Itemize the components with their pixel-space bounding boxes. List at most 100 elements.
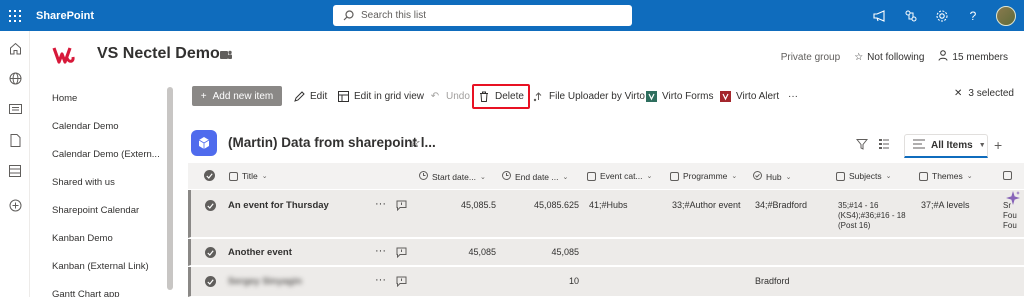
help-icon[interactable]: ? (965, 8, 981, 24)
command-bar: + Add new item Edit Edit in grid view ↶ … (176, 84, 1024, 110)
comment-icon[interactable] (396, 247, 407, 260)
search-box[interactable]: Search this list (333, 5, 632, 26)
edit-in-grid-view-label: Edit in grid view (354, 91, 425, 102)
site-logo[interactable] (52, 44, 76, 68)
row-title[interactable]: Sergey Sinyagin (228, 276, 302, 287)
search-input[interactable]: Search this list (361, 10, 426, 21)
add-view-button[interactable]: + (994, 137, 1002, 153)
nav-item-sharepoint-calendar[interactable]: Sharepoint Calendar (52, 205, 139, 216)
news-icon[interactable] (7, 101, 23, 117)
follow-button[interactable]: ☆ Not following (854, 52, 924, 63)
undo-button[interactable]: ↶ Undo (429, 88, 470, 105)
row-themes: 37;#A levels (921, 200, 970, 210)
selection-status[interactable]: ✕ 3 selected (954, 88, 1014, 99)
edit-button[interactable]: Edit (293, 88, 327, 105)
add-new-item-button[interactable]: + Add new item (192, 86, 282, 106)
grid-icon (337, 91, 349, 103)
edit-in-grid-view-button[interactable]: Edit in grid view (337, 88, 424, 105)
table-row[interactable]: An event for Thursday ··· 45,085.5 45,08… (188, 190, 1024, 238)
suite-bar: SharePoint Search this list ? (0, 0, 1024, 31)
nav-item-gantt-chart[interactable]: Gantt Chart app (52, 289, 120, 297)
text-type-icon (587, 171, 596, 181)
select-all-checkbox[interactable] (204, 170, 215, 181)
column-header-end-date[interactable]: End date ... ⌄ (502, 171, 568, 182)
delete-button[interactable]: Delete (478, 88, 524, 105)
undo-icon: ↶ (430, 91, 440, 102)
megaphone-icon[interactable] (872, 8, 888, 24)
nav-scrollbar[interactable] (167, 87, 173, 290)
row-title[interactable]: An event for Thursday (228, 200, 329, 211)
chevron-down-icon: ⌄ (966, 173, 973, 180)
document-icon[interactable] (7, 132, 23, 148)
virto-alert-button[interactable]: Virto Alert (719, 88, 779, 105)
chevron-down-icon: ⌄ (562, 173, 569, 181)
comment-icon[interactable] (396, 276, 407, 289)
selected-count: 3 selected (968, 88, 1014, 99)
list-icon[interactable] (7, 163, 23, 179)
view-selector-all-items[interactable]: All Items ▼ (904, 134, 988, 158)
pencil-icon (293, 91, 305, 103)
column-header-event-category[interactable]: Event cat... ⌄ (587, 171, 652, 181)
row-more-icon[interactable]: ··· (375, 198, 386, 210)
check-circle-outline-icon (753, 171, 762, 182)
column-label: Start date... (432, 171, 476, 182)
column-header-subjects[interactable]: Subjects ⌄ (836, 171, 891, 181)
members-button[interactable]: 15 members (938, 50, 1008, 64)
chevron-down-icon: ⌄ (261, 173, 268, 180)
nav-item-shared-with-us[interactable]: Shared with us (52, 177, 115, 188)
nav-item-home[interactable]: Home (52, 93, 77, 104)
table-row[interactable]: Another event ··· 45,085 45,085 (188, 239, 1024, 266)
teams-icon[interactable] (220, 49, 232, 61)
table-row[interactable]: Sergey Sinyagin ··· 10 Bradford (188, 267, 1024, 297)
more-commands-button[interactable]: ··· (788, 88, 798, 105)
delete-label: Delete (495, 91, 524, 102)
column-label: Themes (932, 171, 963, 181)
file-uploader-button[interactable]: File Uploader by Virto (532, 88, 645, 105)
row-title[interactable]: Another event (228, 247, 292, 258)
settings-icon[interactable] (934, 8, 950, 24)
column-header-programme[interactable]: Programme ⌄ (670, 171, 737, 181)
share-icon[interactable] (903, 8, 919, 24)
upload-icon (532, 91, 544, 103)
column-label: Programme (683, 171, 728, 181)
column-header-start-date[interactable]: Start date... ⌄ (419, 171, 486, 182)
group-by-icon[interactable] (878, 138, 890, 153)
virto-forms-button[interactable]: Virto Forms (645, 88, 714, 105)
filter-icon[interactable] (855, 138, 869, 153)
row-checkbox[interactable] (205, 276, 216, 287)
column-header-title[interactable]: Title ⌄ (229, 171, 268, 181)
globe-icon[interactable] (7, 70, 23, 86)
app-name[interactable]: SharePoint (36, 10, 94, 22)
chevron-down-icon: ⌄ (646, 173, 653, 180)
row-checkbox[interactable] (205, 247, 216, 258)
members-label: 15 members (952, 51, 1008, 63)
app-launcher-icon[interactable] (0, 0, 30, 31)
column-label: End date ... (515, 171, 559, 182)
add-icon[interactable] (7, 197, 23, 213)
column-header-overflow[interactable] (1003, 171, 1012, 180)
undo-label: Undo (446, 91, 470, 102)
row-checkbox[interactable] (205, 200, 216, 211)
column-label: Hub (766, 171, 782, 182)
avatar[interactable] (996, 5, 1016, 26)
home-icon[interactable] (7, 40, 23, 56)
sparkle-icon[interactable] (1005, 190, 1021, 206)
follow-label: Not following (867, 51, 925, 63)
text-type-icon (919, 171, 928, 181)
nav-item-kanban-demo[interactable]: Kanban Demo (52, 233, 113, 244)
text-type-icon (229, 171, 238, 181)
column-header-hub[interactable]: Hub ⌄ (753, 171, 791, 182)
nav-item-kanban-external[interactable]: Kanban (External Link) (52, 261, 149, 272)
comment-icon[interactable] (396, 200, 407, 213)
column-header-themes[interactable]: Themes ⌄ (919, 171, 973, 181)
row-more-icon[interactable]: ··· (375, 245, 386, 257)
nav-item-calendar-demo[interactable]: Calendar Demo (52, 121, 119, 132)
site-title[interactable]: VS Nectel Demo (97, 45, 220, 63)
close-icon[interactable]: ✕ (954, 88, 962, 99)
nav-item-calendar-demo-external[interactable]: Calendar Demo (Extern... (52, 149, 160, 160)
list-icon-badge (191, 130, 217, 156)
chevron-down-icon: ⌄ (885, 173, 892, 180)
list-title[interactable]: (Martin) Data from sharepoint l... (228, 135, 436, 150)
favorite-star-icon[interactable]: ☆ (409, 135, 421, 151)
row-more-icon[interactable]: ··· (375, 274, 386, 286)
